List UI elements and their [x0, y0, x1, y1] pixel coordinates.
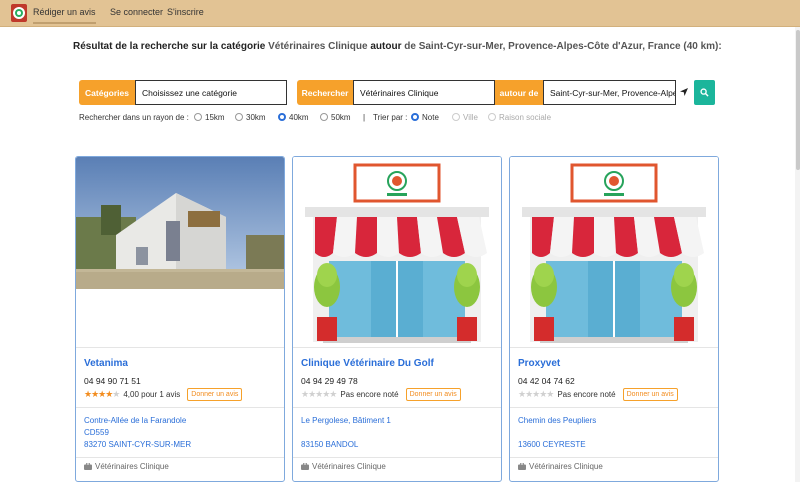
radius-40[interactable]: 40km [278, 113, 309, 122]
radius-50[interactable]: 50km [320, 113, 351, 122]
address-line-1[interactable]: Chemin des Peupliers [518, 416, 596, 425]
radio-disabled-icon [488, 113, 496, 121]
geolocate-icon[interactable] [679, 86, 689, 98]
radio-icon[interactable] [320, 113, 328, 121]
category-label: Vétérinaires Clinique [95, 462, 169, 471]
clinic-photo[interactable] [76, 157, 284, 347]
address-line-2[interactable]: CD559 [84, 428, 109, 437]
search-input[interactable]: Vétérinaires Clinique [353, 80, 495, 105]
divider [510, 407, 718, 408]
radio-icon[interactable] [194, 113, 202, 121]
around-label: autour de [495, 80, 543, 105]
give-review-button[interactable]: Donner un avis [622, 387, 678, 401]
options-separator: | [363, 113, 366, 122]
briefcase-icon [301, 463, 309, 470]
results-heading: Résultat de la recherche sur la catégori… [73, 41, 753, 52]
result-card[interactable]: Proxyvet 04 42 04 74 62 ★★★★★ Pas encore… [509, 156, 719, 482]
category-label: Vétérinaires Clinique [529, 462, 603, 471]
rating-row: ★★★★★ 4,00 pour 1 avis Donner un avis [84, 387, 243, 401]
briefcase-icon [518, 463, 526, 470]
location-input[interactable]: Saint-Cyr-sur-Mer, Provence-Alpes [543, 80, 676, 105]
sort-ville: Ville [452, 113, 478, 122]
storefront-illustration[interactable] [510, 157, 718, 347]
results-location: de Saint-Cyr-sur-Mer, Provence-Alpes-Côt… [404, 41, 722, 52]
sort-raison-sociale: Raison sociale [488, 113, 551, 122]
divider [76, 457, 284, 458]
radio-disabled-icon [452, 113, 460, 121]
rating-text: 4,00 pour 1 avis [123, 389, 181, 399]
rating-text: Pas encore noté [557, 389, 616, 399]
clinic-phone: 04 94 29 49 78 [301, 376, 358, 386]
divider [293, 457, 501, 458]
radio-selected-icon[interactable] [411, 113, 419, 121]
sort-label: Trier par : [373, 113, 408, 122]
clinic-name[interactable]: Clinique Vétérinaire Du Golf [301, 358, 434, 369]
category-label: Vétérinaires Clinique [312, 462, 386, 471]
category-tag: Vétérinaires Clinique [301, 462, 386, 471]
radius-30[interactable]: 30km [235, 113, 266, 122]
clinic-name[interactable]: Vetanima [84, 358, 128, 369]
star-rating: ★★★★★ [301, 388, 337, 399]
star-rating: ★★★★★ [518, 388, 554, 399]
radius-30-label: 30km [246, 113, 266, 122]
result-card[interactable]: Vetanima 04 94 90 71 51 ★★★★★ 4,00 pour … [75, 156, 285, 482]
divider [293, 347, 501, 348]
star-rating: ★★★★★ [84, 388, 120, 399]
radius-15[interactable]: 15km [194, 113, 225, 122]
nav-login[interactable]: Se connecter [110, 7, 163, 17]
scrollbar-thumb[interactable] [796, 30, 800, 170]
clinic-name[interactable]: Proxyvet [518, 358, 560, 369]
divider [510, 347, 718, 348]
rating-row: ★★★★★ Pas encore noté Donner un avis [301, 387, 461, 401]
rating-text: Pas encore noté [340, 389, 399, 399]
radius-label: Rechercher dans un rayon de : [79, 113, 189, 122]
radius-15-label: 15km [205, 113, 225, 122]
sort-ville-label: Ville [463, 113, 478, 122]
address-line-3[interactable]: 13600 CEYRESTE [518, 440, 586, 449]
categories-label: Catégories [79, 80, 135, 105]
search-button[interactable] [694, 80, 715, 105]
briefcase-icon [84, 463, 92, 470]
divider [510, 457, 718, 458]
radius-40-label: 40km [289, 113, 309, 122]
sort-note-label: Note [422, 113, 439, 122]
address-line-1[interactable]: Le Pergolese, Bâtiment 1 [301, 416, 391, 425]
divider [293, 407, 501, 408]
results-category: Vétérinaires Clinique [268, 41, 368, 52]
give-review-button[interactable]: Donner un avis [187, 387, 243, 401]
top-navbar: Rédiger un avis Se connecter S'inscrire [0, 0, 800, 27]
category-tag: Vétérinaires Clinique [518, 462, 603, 471]
divider [76, 407, 284, 408]
results-around: autour [370, 41, 402, 52]
sort-raison-label: Raison sociale [499, 113, 552, 122]
category-tag: Vétérinaires Clinique [84, 462, 169, 471]
address-line-1[interactable]: Contre-Allée de la Farandole [84, 416, 186, 425]
radio-selected-icon[interactable] [278, 113, 286, 121]
logo-icon[interactable] [10, 3, 28, 23]
clinic-phone: 04 42 04 74 62 [518, 376, 575, 386]
nav-write-review[interactable]: Rédiger un avis [33, 7, 96, 24]
nav-signup[interactable]: S'inscrire [167, 7, 204, 17]
address-line-3[interactable]: 83150 BANDOL [301, 440, 358, 449]
divider [76, 347, 284, 348]
address-line-3[interactable]: 83270 SAINT-CYR-SUR-MER [84, 440, 191, 449]
radio-icon[interactable] [235, 113, 243, 121]
search-label: Rechercher [297, 80, 353, 105]
rating-row: ★★★★★ Pas encore noté Donner un avis [518, 387, 678, 401]
give-review-button[interactable]: Donner un avis [405, 387, 461, 401]
result-card[interactable]: Clinique Vétérinaire Du Golf 04 94 29 49… [292, 156, 502, 482]
storefront-illustration[interactable] [293, 157, 501, 347]
clinic-phone: 04 94 90 71 51 [84, 376, 141, 386]
radius-50-label: 50km [331, 113, 351, 122]
results-prefix: Résultat de la recherche sur la catégori… [73, 41, 266, 52]
search-icon [700, 88, 709, 97]
sort-note[interactable]: Note [411, 113, 439, 122]
categories-select[interactable]: Choisissez une catégorie [135, 80, 287, 105]
